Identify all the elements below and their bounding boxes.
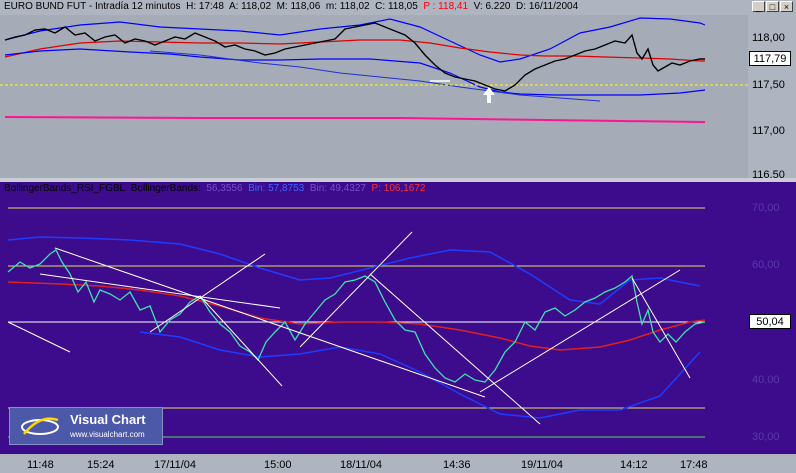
trend-line xyxy=(299,231,413,348)
trend-line xyxy=(479,269,681,393)
current-indicator-value: 50,04 xyxy=(749,314,791,329)
maximize-button[interactable]: □ xyxy=(766,1,779,12)
indicator-title: BollingerBands_RSI_FGBL BollingerBands: … xyxy=(4,183,425,194)
trend-line xyxy=(631,277,691,379)
logo-swoosh-icon xyxy=(21,417,59,435)
visual-chart-logo: Visual Chart www.visualchart.com xyxy=(9,407,163,445)
rsi-line xyxy=(7,249,706,383)
date-value: D: 16/11/2004 xyxy=(516,1,579,12)
time-tick: 18/11/04 xyxy=(340,459,383,471)
indicator-value-p: P: 106,1672 xyxy=(371,183,426,194)
support-line xyxy=(4,116,706,123)
indicator-value-2: Bin: 57,8753 xyxy=(248,183,305,194)
price-chart-svg xyxy=(0,17,748,123)
indicator-name-2: BollingerBands: xyxy=(130,183,201,194)
buy-arrow xyxy=(483,87,495,103)
time-tick: 15:24 xyxy=(87,459,115,471)
time-tick: 11:48 xyxy=(27,459,54,471)
instrument-name: EURO BUND FUT xyxy=(4,1,87,12)
indicator-tick: 40,00 xyxy=(752,374,780,386)
hour-value: H: 17:48 xyxy=(186,1,224,12)
price-tick: 117,50 xyxy=(752,79,785,91)
minimize-button[interactable]: _ xyxy=(752,1,765,12)
indicator-value-3: Bin: 49,4327 xyxy=(309,183,366,194)
trend-line xyxy=(39,273,281,309)
chart-window: EURO BUND FUT - Intradía 12 minutos H: 1… xyxy=(0,0,796,473)
logo-url: www.visualchart.com xyxy=(70,430,145,439)
p-value: P : 118,41 xyxy=(423,1,469,12)
time-tick: 17/11/04 xyxy=(154,459,197,471)
high-value: M: 118,06 xyxy=(276,1,321,12)
low-value: m: 118,02 xyxy=(325,1,370,12)
indicator-value-1: 56,3556 xyxy=(206,183,243,194)
time-tick: 19/11/04 xyxy=(521,459,564,471)
close-button[interactable]: × xyxy=(780,1,793,12)
indicator-tick: 30,00 xyxy=(752,431,780,443)
title-bar: EURO BUND FUT - Intradía 12 minutos H: 1… xyxy=(0,0,796,15)
price-tick: 118,00 xyxy=(752,32,785,44)
price-axis: 118,00 117,50 117,00 116,50 xyxy=(748,15,796,181)
lower-bollinger-band xyxy=(4,48,706,96)
time-tick: 14:12 xyxy=(620,459,648,471)
trend-line xyxy=(199,295,283,387)
indicator-tick: 70,00 xyxy=(752,202,780,214)
current-price-label: 117,79 xyxy=(749,51,791,66)
time-tick: 15:00 xyxy=(264,459,292,471)
close-value: C: 118,05 xyxy=(375,1,418,12)
trend-line xyxy=(369,273,541,425)
time-tick: 17:48 xyxy=(680,459,708,471)
indicator-tick: 60,00 xyxy=(752,259,780,271)
chart-title: EURO BUND FUT - Intradía 12 minutos H: 1… xyxy=(4,1,579,12)
open-value: A: 118,02 xyxy=(228,1,272,12)
rsi-upper-band xyxy=(7,236,701,305)
time-tick: 14:36 xyxy=(443,459,471,471)
price-pane[interactable] xyxy=(0,15,748,178)
logo-name: Visual Chart xyxy=(70,412,146,427)
period-label: Intradía 12 minutos xyxy=(94,1,181,12)
volume-value: V: 6.220 xyxy=(473,1,511,12)
rsi-moving-average xyxy=(7,281,706,351)
indicator-name: BollingerBands_RSI_FGBL xyxy=(4,183,126,194)
time-axis: 11:48 15:24 17/11/04 15:00 18/11/04 14:3… xyxy=(0,454,796,473)
price-tick: 117,00 xyxy=(752,125,785,137)
trend-line xyxy=(7,321,71,353)
